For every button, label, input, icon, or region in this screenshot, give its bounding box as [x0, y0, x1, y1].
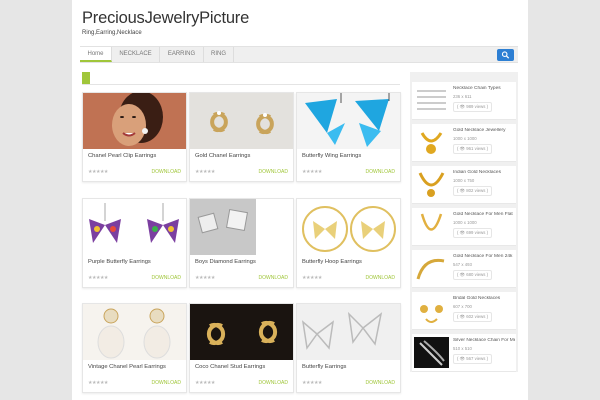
sidebar-item-dimensions: 1000 x 1000 [453, 220, 477, 225]
nav-item-ring[interactable]: RING [204, 47, 234, 62]
sidebar-item[interactable]: Bridal Gold Necklaces 607 x 700 ( 👁 602 … [412, 292, 516, 330]
card-image[interactable] [83, 93, 186, 149]
sidebar-item-views: ( 👁 602 views ) [453, 312, 493, 322]
card-image[interactable] [190, 93, 293, 149]
main-navigation: Home NECKLACE EARRING RING [80, 46, 518, 63]
sidebar-item-dimensions: 1000 x 1000 [453, 136, 477, 141]
card-title[interactable]: Butterfly Wing Earrings [302, 153, 361, 159]
sidebar-item-title[interactable]: Gold Necklace For Men Flat [453, 212, 515, 217]
card-image[interactable] [297, 304, 400, 360]
sidebar-item-dimensions: 236 x 611 [453, 94, 472, 99]
rating-stars: ★★★★★ [88, 275, 108, 281]
gallery-card[interactable]: Butterfly Wing Earrings ★★★★★ DOWNLOAD [296, 92, 401, 182]
card-image[interactable] [190, 199, 293, 255]
sidebar-item[interactable]: Gold Necklace For Men 24k 547 x 493 ( 👁 … [412, 250, 516, 288]
sidebar-item[interactable]: Silver Necklace Chain For Men 510 x 510 … [412, 334, 516, 372]
sidebar-item[interactable]: Necklace Chain Types 236 x 611 ( 👁 989 v… [412, 82, 516, 120]
download-link[interactable]: DOWNLOAD [366, 380, 395, 386]
sidebar-item-title[interactable]: Silver Necklace Chain For Men [453, 338, 515, 343]
card-title[interactable]: Coco Chanel Stud Earrings [195, 364, 265, 370]
card-title[interactable]: Gold Chanel Earrings [195, 153, 250, 159]
gallery-card[interactable]: Butterfly Hoop Earrings ★★★★★ DOWNLOAD [296, 198, 401, 288]
sidebar-item-title[interactable]: Bridal Gold Necklaces [453, 296, 515, 301]
gallery-card[interactable]: Coco Chanel Stud Earrings ★★★★★ DOWNLOAD [189, 303, 294, 393]
nav-item-necklace[interactable]: NECKLACE [112, 47, 160, 62]
sidebar-item[interactable]: Gold Necklace Jewellery 1000 x 1000 ( 👁 … [412, 124, 516, 162]
sidebar-item-dimensions: 510 x 510 [453, 346, 472, 351]
sidebar-thumbnail[interactable] [414, 211, 449, 242]
sidebar-item-views: ( 👁 680 views ) [453, 270, 493, 280]
site-tagline: Ring,Earring,Necklace [82, 30, 142, 36]
gallery-card[interactable]: Vintage Chanel Pearl Earrings ★★★★★ DOWN… [82, 303, 187, 393]
download-link[interactable]: DOWNLOAD [259, 275, 288, 281]
download-link[interactable]: DOWNLOAD [152, 275, 181, 281]
card-image[interactable] [190, 304, 293, 360]
sidebar-thumbnail[interactable] [414, 337, 449, 368]
card-title[interactable]: Vintage Chanel Pearl Earrings [88, 364, 166, 370]
sidebar-item-views: ( 👁 567 views ) [453, 354, 493, 364]
site-title[interactable]: PreciousJewelryPicture [82, 9, 249, 28]
download-link[interactable]: DOWNLOAD [366, 169, 395, 175]
card-image[interactable] [83, 199, 186, 255]
rating-stars: ★★★★★ [302, 169, 322, 175]
gallery-card[interactable]: Purple Butterfly Earrings ★★★★★ DOWNLOAD [82, 198, 187, 288]
card-title[interactable]: Purple Butterfly Earrings [88, 259, 151, 265]
sidebar-item[interactable]: Indian Gold Necklaces 1000 x 750 ( 👁 802… [412, 166, 516, 204]
rating-stars: ★★★★★ [195, 275, 215, 281]
sidebar-thumbnail[interactable] [414, 253, 449, 284]
sidebar-item-title[interactable]: Gold Necklace For Men 24k [453, 254, 515, 259]
download-link[interactable]: DOWNLOAD [259, 380, 288, 386]
popular-sidebar: Necklace Chain Types 236 x 611 ( 👁 989 v… [410, 72, 518, 372]
sidebar-thumbnail[interactable] [414, 85, 449, 116]
sidebar-item-dimensions: 1000 x 750 [453, 178, 475, 183]
sidebar-item-dimensions: 547 x 493 [453, 262, 472, 267]
card-title[interactable]: Chanel Pearl Clip Earrings [88, 153, 156, 159]
sidebar-item-title[interactable]: Gold Necklace Jewellery [453, 128, 515, 133]
download-link[interactable]: DOWNLOAD [152, 380, 181, 386]
sidebar-thumbnail[interactable] [414, 295, 449, 326]
gallery-card[interactable]: Chanel Pearl Clip Earrings ★★★★★ DOWNLOA… [82, 92, 187, 182]
gallery-card[interactable]: Boys Diamond Earrings ★★★★★ DOWNLOAD [189, 198, 294, 288]
sidebar-item-views: ( 👁 989 views ) [453, 102, 493, 112]
search-icon [501, 51, 510, 59]
download-link[interactable]: DOWNLOAD [366, 275, 395, 281]
rating-stars: ★★★★★ [195, 169, 215, 175]
download-link[interactable]: DOWNLOAD [152, 169, 181, 175]
sidebar-thumbnail[interactable] [414, 169, 449, 200]
rating-stars: ★★★★★ [88, 169, 108, 175]
card-image[interactable] [297, 199, 400, 255]
sidebar-item-title[interactable]: Necklace Chain Types [453, 86, 515, 91]
sidebar-item[interactable]: Gold Necklace For Men Flat 1000 x 1000 (… [412, 208, 516, 246]
sidebar-item-views: ( 👁 802 views ) [453, 186, 493, 196]
sidebar-item-views: ( 👁 961 views ) [453, 144, 493, 154]
section-divider [82, 84, 400, 85]
rating-stars: ★★★★★ [302, 380, 322, 386]
sidebar-item-views: ( 👁 699 views ) [453, 228, 493, 238]
rating-stars: ★★★★★ [88, 380, 108, 386]
sidebar-item-dimensions: 607 x 700 [453, 304, 472, 309]
card-title[interactable]: Butterfly Hoop Earrings [302, 259, 362, 265]
card-image[interactable] [297, 93, 400, 149]
search-button[interactable] [497, 49, 514, 61]
rating-stars: ★★★★★ [195, 380, 215, 386]
rating-stars: ★★★★★ [302, 275, 322, 281]
card-image[interactable] [83, 304, 186, 360]
section-marker [82, 72, 90, 84]
sidebar-item-title[interactable]: Indian Gold Necklaces [453, 170, 515, 175]
gallery-card[interactable]: Gold Chanel Earrings ★★★★★ DOWNLOAD [189, 92, 294, 182]
download-link[interactable]: DOWNLOAD [259, 169, 288, 175]
page-container: PreciousJewelryPicture Ring,Earring,Neck… [72, 0, 528, 400]
gallery-card[interactable]: Butterfly Earrings ★★★★★ DOWNLOAD [296, 303, 401, 393]
sidebar-thumbnail[interactable] [414, 127, 449, 158]
nav-item-home[interactable]: Home [80, 47, 112, 62]
card-title[interactable]: Butterfly Earrings [302, 364, 346, 370]
nav-item-earring[interactable]: EARRING [160, 47, 204, 62]
card-title[interactable]: Boys Diamond Earrings [195, 259, 256, 265]
